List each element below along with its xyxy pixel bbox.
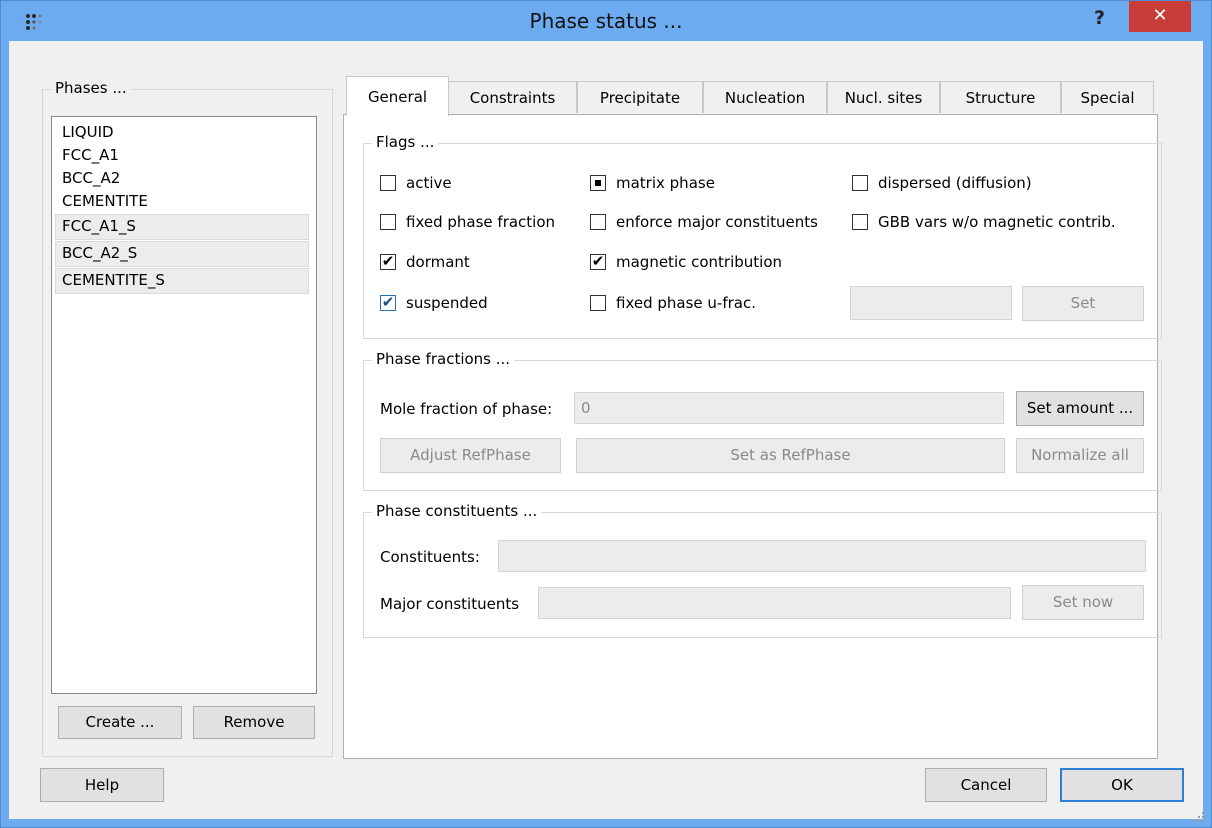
flags-group-title: Flags ...: [372, 133, 439, 151]
resize-grip-icon[interactable]: [1194, 812, 1204, 822]
list-item[interactable]: BCC_A2_S: [55, 241, 309, 267]
dormant-label: dormant: [406, 253, 470, 271]
fixed-phase-u-frac-label: fixed phase u-frac.: [616, 294, 756, 312]
close-button[interactable]: ✕: [1129, 1, 1191, 32]
phase-fractions-group-title: Phase fractions ...: [372, 350, 515, 368]
checkmark-icon: ✔: [380, 293, 396, 311]
adjust-refphase-button[interactable]: Adjust RefPhase: [380, 438, 561, 473]
tab-nucleation[interactable]: Nucleation: [703, 81, 827, 113]
suspended-label: suspended: [406, 294, 488, 312]
magnetic-contribution-checkbox[interactable]: ✔ magnetic contribution: [590, 252, 783, 271]
tab-precipitate[interactable]: Precipitate: [577, 81, 703, 113]
enforce-major-constituents-label: enforce major constituents: [616, 213, 818, 231]
set-as-refphase-button[interactable]: Set as RefPhase: [576, 438, 1005, 473]
remove-button[interactable]: Remove: [193, 706, 315, 739]
checkmark-icon: ✔: [590, 252, 606, 270]
list-item[interactable]: LIQUID: [52, 121, 316, 144]
ok-button[interactable]: OK: [1060, 768, 1184, 802]
enforce-major-constituents-checkbox[interactable]: enforce major constituents: [590, 213, 818, 231]
constituents-label: Constituents:: [380, 548, 480, 566]
list-item[interactable]: FCC_A1: [52, 144, 316, 167]
checkbox-unchecked-icon: [852, 175, 868, 191]
fixed-phase-fraction-label: fixed phase fraction: [406, 213, 556, 231]
normalize-all-button[interactable]: Normalize all: [1016, 438, 1144, 473]
context-help-button[interactable]: ?: [1094, 7, 1105, 29]
list-item[interactable]: CEMENTITE_S: [55, 268, 309, 294]
tab-constraints[interactable]: Constraints: [448, 81, 577, 113]
checkbox-unchecked-icon: [590, 295, 606, 311]
list-item[interactable]: BCC_A2: [52, 167, 316, 190]
phase-list[interactable]: LIQUID FCC_A1 BCC_A2 CEMENTITE FCC_A1_S …: [51, 116, 317, 694]
mole-fraction-field[interactable]: 0: [574, 392, 1004, 424]
matrix-phase-checkbox[interactable]: matrix phase: [590, 174, 715, 192]
phases-group-title: Phases ...: [51, 79, 131, 97]
list-item[interactable]: CEMENTITE: [52, 190, 316, 213]
major-constituents-label: Major constituents: [380, 595, 520, 613]
active-checkbox[interactable]: active: [380, 174, 452, 192]
set-now-button[interactable]: Set now: [1022, 585, 1144, 620]
u-frac-value-field[interactable]: [850, 286, 1012, 320]
set-amount-button[interactable]: Set amount ...: [1016, 391, 1144, 426]
cancel-button[interactable]: Cancel: [925, 768, 1047, 802]
phase-constituents-group-title: Phase constituents ...: [372, 502, 542, 520]
window-title: Phase status ...: [529, 9, 683, 33]
tab-structure[interactable]: Structure: [940, 81, 1061, 113]
tab-nucl-sites[interactable]: Nucl. sites: [827, 81, 940, 113]
suspended-checkbox[interactable]: ✔ suspended: [380, 293, 488, 312]
fixed-phase-u-frac-checkbox[interactable]: fixed phase u-frac.: [590, 294, 756, 312]
gbb-vars-checkbox[interactable]: GBB vars w/o magnetic contrib.: [852, 213, 1116, 231]
tab-special[interactable]: Special: [1061, 81, 1154, 113]
major-constituents-field[interactable]: [538, 587, 1011, 619]
checkmark-icon: ✔: [380, 252, 396, 270]
checkbox-unchecked-icon: [852, 214, 868, 230]
title-bar: Phase status ... ? ✕: [1, 1, 1211, 41]
help-button[interactable]: Help: [40, 768, 164, 802]
dispersed-label: dispersed (diffusion): [878, 174, 1032, 192]
dispersed-checkbox[interactable]: dispersed (diffusion): [852, 174, 1032, 192]
checkbox-unchecked-icon: [380, 214, 396, 230]
tab-general[interactable]: General: [346, 76, 449, 116]
checkbox-partial-icon: [590, 175, 606, 191]
fixed-phase-fraction-checkbox[interactable]: fixed phase fraction: [380, 213, 555, 231]
active-label: active: [406, 174, 452, 192]
magnetic-contribution-label: magnetic contribution: [616, 253, 783, 271]
create-button[interactable]: Create ...: [58, 706, 182, 739]
gbb-vars-label: GBB vars w/o magnetic contrib.: [878, 213, 1116, 231]
mole-fraction-label: Mole fraction of phase:: [380, 400, 553, 418]
checkbox-unchecked-icon: [590, 214, 606, 230]
constituents-field[interactable]: [498, 540, 1146, 572]
list-item[interactable]: FCC_A1_S: [55, 214, 309, 240]
checkbox-unchecked-icon: [380, 175, 396, 191]
matrix-phase-label: matrix phase: [616, 174, 715, 192]
dormant-checkbox[interactable]: ✔ dormant: [380, 252, 470, 271]
set-button[interactable]: Set: [1022, 286, 1144, 321]
